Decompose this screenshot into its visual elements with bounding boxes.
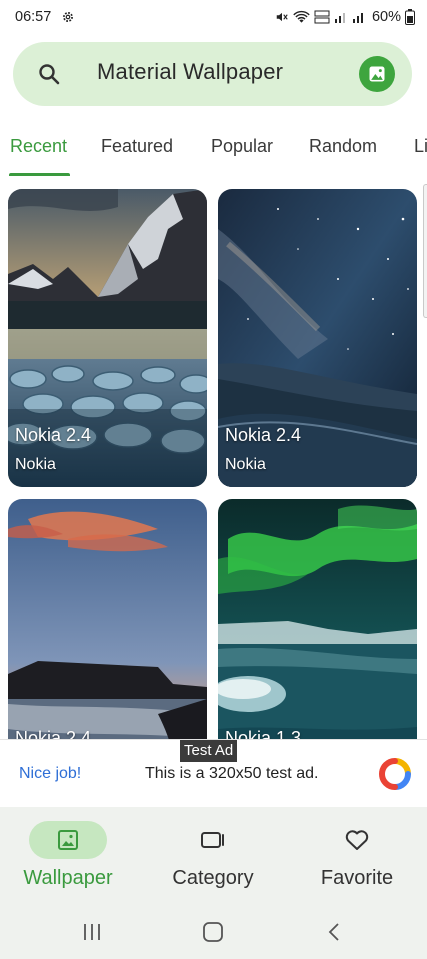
volte-icon xyxy=(314,10,330,24)
ad-body: This is a 320x50 test ad. xyxy=(145,765,319,782)
nav-category[interactable]: Category xyxy=(143,821,283,901)
ad-headline[interactable]: Nice job! xyxy=(19,765,81,783)
search-icon[interactable] xyxy=(37,62,61,86)
system-navigation-bar xyxy=(0,907,427,959)
app-title: Material Wallpaper xyxy=(97,59,284,84)
battery-icon xyxy=(405,9,415,25)
heart-icon xyxy=(345,830,369,850)
tab-li[interactable]: Li xyxy=(414,136,427,157)
test-ad-label: Test Ad xyxy=(180,740,238,762)
ad-network-logo-icon xyxy=(378,758,411,790)
signal-icon xyxy=(334,13,345,23)
profile-image-button[interactable] xyxy=(359,56,395,92)
category-icon xyxy=(201,832,224,848)
wallpaper-brand: Nokia xyxy=(15,456,56,473)
nav-icon-wrap xyxy=(318,821,396,859)
wifi-icon xyxy=(293,10,310,23)
tab-indicator xyxy=(9,173,70,176)
nav-indicator xyxy=(29,821,107,859)
wallpaper-card[interactable]: Nokia 2.4 Nokia xyxy=(8,189,207,487)
signal-2-icon xyxy=(352,13,363,23)
status-indicators: 60% xyxy=(275,9,415,25)
tab-recent[interactable]: Recent xyxy=(10,136,67,157)
settings-gear-icon xyxy=(63,12,73,22)
nav-favorite[interactable]: Favorite xyxy=(287,821,427,901)
nav-label: Favorite xyxy=(320,867,394,889)
nav-label: Wallpaper xyxy=(23,867,113,889)
image-icon xyxy=(58,830,78,850)
status-time: 06:57 xyxy=(15,9,52,25)
home-icon[interactable] xyxy=(201,921,225,943)
bottom-navigation: Wallpaper Category Favorite xyxy=(0,807,427,907)
nav-label: Category xyxy=(172,867,254,889)
recent-apps-icon[interactable] xyxy=(80,921,104,943)
status-bar: 06:57 60% xyxy=(0,0,427,36)
wallpaper-title: Nokia 2.4 xyxy=(15,425,92,445)
nav-wallpaper[interactable]: Wallpaper xyxy=(0,821,138,901)
tab-featured[interactable]: Featured xyxy=(101,136,173,157)
wallpaper-brand: Nokia xyxy=(225,456,266,473)
back-icon[interactable] xyxy=(323,921,347,943)
tab-popular[interactable]: Popular xyxy=(211,136,273,157)
image-icon xyxy=(369,66,385,82)
battery-percent: 60% xyxy=(371,9,401,25)
scrollbar[interactable] xyxy=(423,184,427,318)
wallpaper-title: Nokia 2.4 xyxy=(225,425,302,445)
category-tabs: Recent Featured Popular Random Li xyxy=(0,124,427,179)
nav-icon-wrap xyxy=(174,821,252,859)
search-bar[interactable]: Material Wallpaper xyxy=(13,42,412,106)
wallpaper-card[interactable]: Nokia 2.4 Nokia xyxy=(218,189,417,487)
tab-random[interactable]: Random xyxy=(309,136,377,157)
mute-icon xyxy=(276,12,288,22)
